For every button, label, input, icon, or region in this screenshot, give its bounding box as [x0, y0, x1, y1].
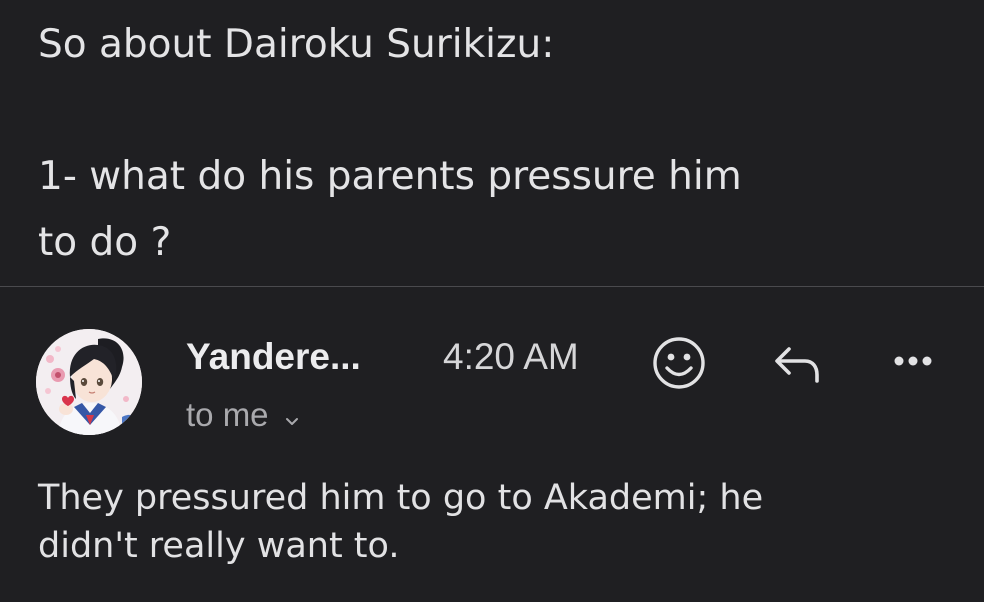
avatar-image [36, 329, 142, 435]
more-horizontal-icon [894, 356, 932, 366]
message-divider [0, 286, 984, 287]
body-line-2: didn't really want to. [38, 526, 400, 566]
message-body: They pressured him to go to Akademi; he … [38, 474, 958, 570]
sender-name[interactable]: Yandere... [186, 336, 361, 378]
body-line-1: They pressured him to go to Akademi; he [38, 478, 764, 518]
smiley-face-icon [653, 337, 705, 389]
emoji-reaction-button[interactable] [650, 334, 708, 392]
sender-avatar[interactable] [36, 329, 142, 435]
more-options-button[interactable] [884, 334, 942, 392]
reply-arrow-icon [775, 347, 819, 383]
quoted-line-3: to do ? [38, 220, 172, 265]
quoted-line-2: 1- what do his parents pressure him [38, 154, 742, 199]
reply-button[interactable] [768, 334, 826, 392]
recipient-label: to me [186, 396, 269, 433]
quoted-line-1: So about Dairoku Surikizu: [38, 22, 555, 67]
chevron-down-icon [284, 398, 300, 436]
quoted-message: So about Dairoku Surikizu: 1- what do hi… [38, 12, 938, 276]
message-time: 4:20 AM [443, 336, 579, 377]
recipient-toggle[interactable]: to me [186, 396, 300, 436]
